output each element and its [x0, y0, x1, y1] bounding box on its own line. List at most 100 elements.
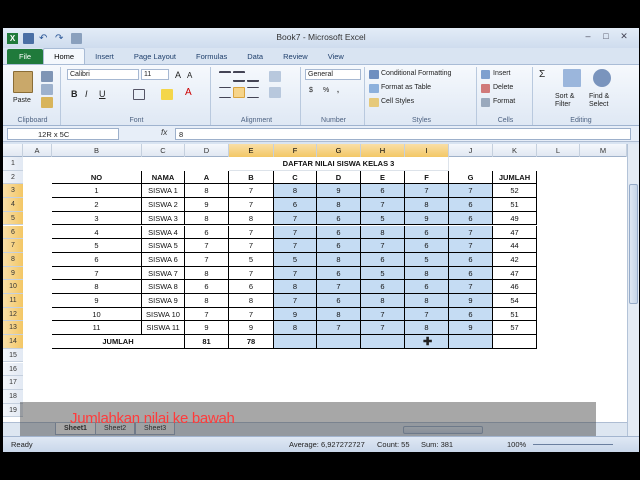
- table-cell[interactable]: 5: [405, 252, 449, 267]
- table-cell[interactable]: 6: [317, 266, 361, 281]
- row-header-12[interactable]: 12: [3, 307, 23, 322]
- table-cell[interactable]: 6: [361, 280, 405, 294]
- table-cell[interactable]: 7: [185, 252, 229, 267]
- table-cell[interactable]: 6: [405, 239, 449, 253]
- find-select-button[interactable]: Find & Select: [589, 93, 623, 109]
- autosum-icon[interactable]: Σ: [539, 69, 545, 80]
- column-header-h[interactable]: H: [361, 144, 405, 157]
- table-cell[interactable]: SISWA 9: [142, 294, 185, 308]
- insert-cells-icon[interactable]: [481, 70, 490, 79]
- align-top-icon[interactable]: [219, 71, 231, 82]
- table-cell[interactable]: 6: [405, 280, 449, 294]
- row-header-10[interactable]: 10: [3, 280, 23, 294]
- number-format-select[interactable]: General: [305, 69, 361, 80]
- row-header-6[interactable]: 6: [3, 225, 23, 240]
- row-header-17[interactable]: 17: [3, 376, 23, 390]
- table-cell[interactable]: 7: [274, 266, 317, 281]
- row-header-5[interactable]: 5: [3, 211, 23, 226]
- row-header-7[interactable]: 7: [3, 239, 23, 253]
- table-cell[interactable]: 47: [493, 225, 537, 240]
- table-cell[interactable]: SISWA 1: [142, 184, 185, 199]
- format-cells-icon[interactable]: [481, 98, 490, 107]
- tab-formulas[interactable]: Formulas: [186, 49, 237, 64]
- table-cell[interactable]: 7: [185, 307, 229, 322]
- table-cell[interactable]: 9: [449, 294, 493, 308]
- table-cell[interactable]: 51: [493, 198, 537, 212]
- table-cell[interactable]: 7: [361, 307, 405, 322]
- total-empty-cell[interactable]: [274, 335, 317, 349]
- align-bottom-icon[interactable]: [247, 71, 259, 82]
- table-cell[interactable]: 6: [274, 198, 317, 212]
- header-cell[interactable]: B: [229, 170, 274, 185]
- conditional-formatting-button[interactable]: Conditional Formatting: [381, 70, 451, 77]
- table-cell[interactable]: 9: [449, 321, 493, 336]
- row-header-8[interactable]: 8: [3, 252, 23, 267]
- table-cell[interactable]: SISWA 8: [142, 280, 185, 294]
- insert-cells-button[interactable]: Insert: [493, 70, 511, 77]
- table-cell[interactable]: 7: [185, 239, 229, 253]
- column-header-b[interactable]: B: [52, 144, 142, 157]
- format-cells-button[interactable]: Format: [493, 98, 515, 105]
- paste-button[interactable]: Paste: [13, 97, 31, 104]
- cut-icon[interactable]: [41, 71, 53, 82]
- table-cell[interactable]: 7: [449, 239, 493, 253]
- align-center-icon[interactable]: [233, 87, 245, 98]
- table-cell[interactable]: 7: [274, 239, 317, 253]
- fx-icon[interactable]: fx: [161, 128, 167, 137]
- merge-center-icon[interactable]: [269, 87, 281, 98]
- zoom-level[interactable]: 100%: [507, 440, 526, 449]
- sort-filter-button[interactable]: Sort & Filter: [555, 93, 589, 109]
- table-cell[interactable]: 8: [274, 184, 317, 199]
- column-header-a[interactable]: A: [23, 144, 52, 157]
- row-header-16[interactable]: 16: [3, 362, 23, 377]
- table-cell[interactable]: 8: [185, 266, 229, 281]
- total-empty-cell[interactable]: [449, 335, 493, 349]
- table-cell[interactable]: 5: [361, 266, 405, 281]
- table-cell[interactable]: 9: [229, 321, 274, 336]
- vertical-scroll-thumb[interactable]: [629, 184, 638, 304]
- font-color-icon[interactable]: A: [185, 87, 192, 98]
- copy-icon[interactable]: [41, 84, 53, 95]
- table-cell[interactable]: 6: [317, 211, 361, 226]
- table-cell[interactable]: 7: [449, 280, 493, 294]
- find-select-icon[interactable]: [593, 69, 611, 87]
- header-cell[interactable]: D: [317, 170, 361, 185]
- total-b-cell[interactable]: 78: [229, 335, 274, 349]
- zoom-slider[interactable]: [533, 444, 613, 445]
- table-cell[interactable]: 6: [361, 184, 405, 199]
- shrink-font-icon[interactable]: A: [187, 71, 192, 80]
- table-cell[interactable]: SISWA 3: [142, 211, 185, 226]
- grow-font-icon[interactable]: A: [175, 70, 181, 80]
- table-cell[interactable]: SISWA 11: [142, 321, 185, 336]
- spreadsheet-grid[interactable]: ABCDEFGHIJKLM 1 2 3 4 5 6 7 8 9 10 11 12 13 14 15 16 17 1…: [3, 144, 627, 440]
- delete-cells-icon[interactable]: [481, 84, 490, 93]
- bold-icon[interactable]: B: [71, 89, 78, 99]
- table-cell[interactable]: 6: [317, 239, 361, 253]
- row-header-4[interactable]: 4: [3, 198, 23, 212]
- table-cell[interactable]: 8: [229, 211, 274, 226]
- table-cell[interactable]: 9: [274, 307, 317, 322]
- table-cell[interactable]: 8: [229, 294, 274, 308]
- table-cell[interactable]: 8: [317, 198, 361, 212]
- name-box[interactable]: 12R x 5C: [7, 128, 119, 140]
- row-header-15[interactable]: 15: [3, 348, 23, 363]
- table-cell[interactable]: 6: [52, 252, 142, 267]
- fill-color-icon[interactable]: [161, 89, 173, 100]
- table-cell[interactable]: SISWA 4: [142, 225, 185, 240]
- table-cell[interactable]: 6: [405, 225, 449, 240]
- table-cell[interactable]: 57: [493, 321, 537, 336]
- table-cell[interactable]: 6: [449, 198, 493, 212]
- table-cell[interactable]: 5: [274, 252, 317, 267]
- table-cell[interactable]: 6: [317, 294, 361, 308]
- table-cell[interactable]: 7: [361, 239, 405, 253]
- currency-icon[interactable]: $: [309, 87, 313, 94]
- tab-view[interactable]: View: [318, 49, 354, 64]
- table-cell[interactable]: 7: [274, 211, 317, 226]
- tab-page-layout[interactable]: Page Layout: [124, 49, 186, 64]
- column-header-f[interactable]: F: [274, 144, 317, 157]
- column-header-l[interactable]: L: [537, 144, 580, 157]
- table-cell[interactable]: 8: [52, 280, 142, 294]
- tab-data[interactable]: Data: [237, 49, 273, 64]
- tab-file[interactable]: File: [7, 49, 44, 64]
- table-cell[interactable]: 6: [361, 252, 405, 267]
